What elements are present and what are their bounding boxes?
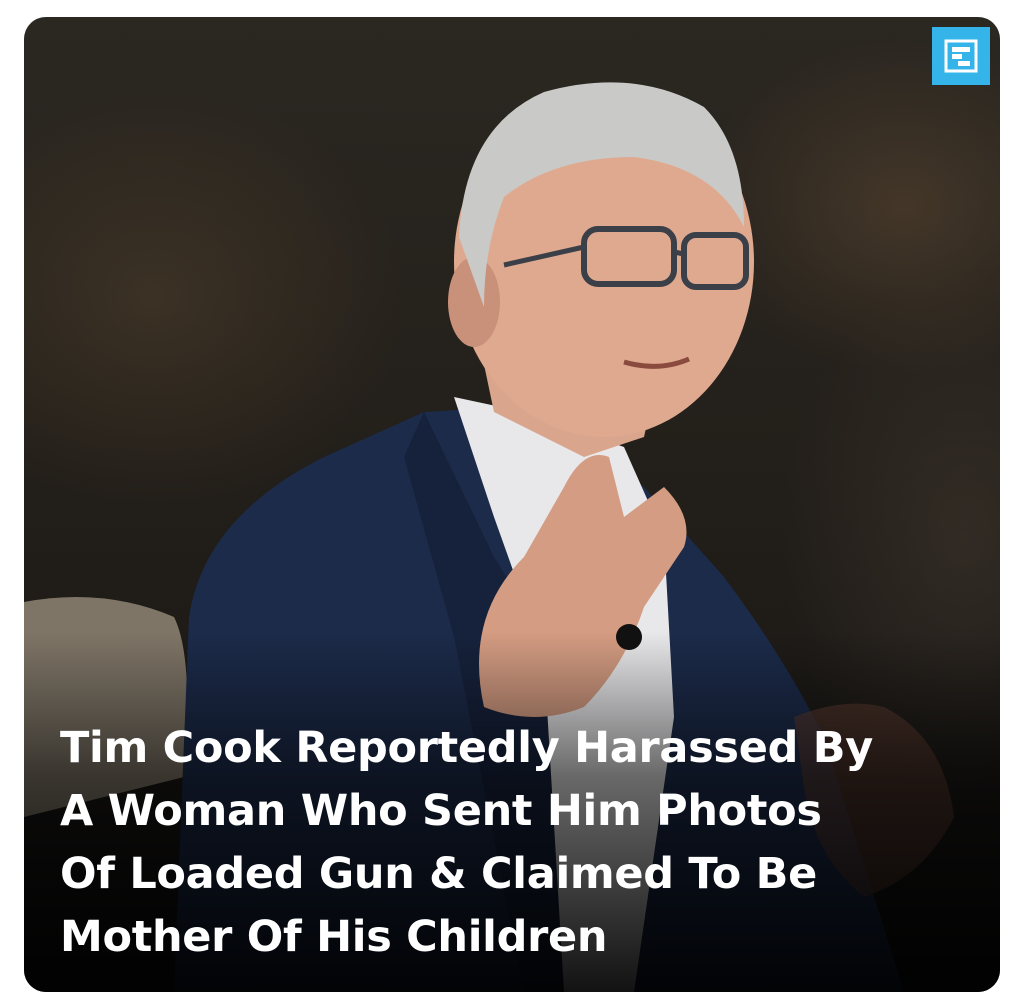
headline-line: Tim Cook Reportedly Harassed By [60, 723, 873, 773]
headline-line: Mother Of His Children [60, 912, 608, 962]
headline-line: Of Loaded Gun & Claimed To Be [60, 849, 817, 899]
news-card: Tim Cook Reportedly Harassed By A Woman … [24, 17, 1000, 992]
brand-logo-icon [932, 27, 990, 85]
headline: Tim Cook Reportedly Harassed By A Woman … [60, 717, 940, 969]
headline-line: A Woman Who Sent Him Photos [60, 786, 822, 836]
